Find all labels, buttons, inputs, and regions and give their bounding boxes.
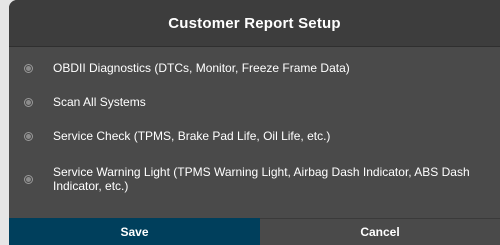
radio-button-icon[interactable] [24,64,33,73]
radio-button-icon[interactable] [24,132,33,141]
dialog-footer: Save Cancel [9,218,500,245]
option-label: Service Check (TPMS, Brake Pad Life, Oil… [53,129,331,143]
option-label: Scan All Systems [53,95,146,109]
save-button[interactable]: Save [9,218,260,245]
option-label: OBDII Diagnostics (DTCs, Monitor, Freeze… [53,61,350,75]
dialog-header: Customer Report Setup [9,0,500,47]
dialog-title: Customer Report Setup [168,14,341,32]
radio-button-icon[interactable] [24,98,33,107]
customer-report-setup-dialog: Customer Report Setup OBDII Diagnostics … [9,0,500,245]
radio-button-icon[interactable] [24,175,33,184]
cancel-button[interactable]: Cancel [260,218,500,245]
option-label: Service Warning Light (TPMS Warning Ligh… [53,165,470,193]
